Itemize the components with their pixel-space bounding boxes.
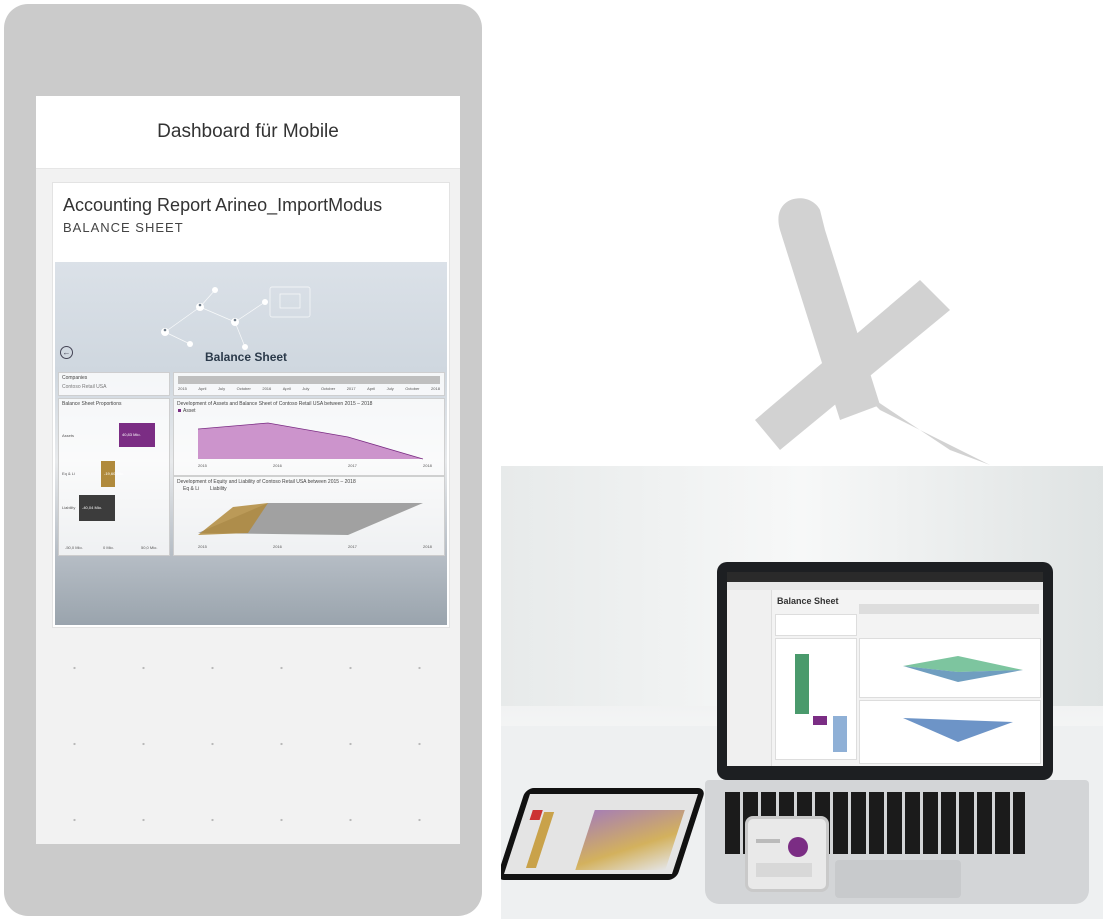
report-preview[interactable]: ← Balance Sheet Companies Contoso Retail… bbox=[55, 262, 447, 625]
report-tile[interactable]: Accounting Report Arineo_ImportModus BAL… bbox=[52, 182, 450, 628]
smartphone bbox=[745, 816, 829, 892]
back-arrow-icon[interactable]: ← bbox=[60, 346, 73, 359]
x-tick: 2018 bbox=[423, 463, 433, 468]
laptop-screen: Balance Sheet bbox=[727, 572, 1043, 766]
mobile-header: Dashboard für Mobile bbox=[36, 96, 460, 169]
equity-liability-area-chart: 2015 2016 2017 2018 bbox=[198, 503, 433, 549]
equity-liability-panel: Development of Equity and Liability of C… bbox=[173, 476, 445, 556]
chart1-legend-swatch bbox=[178, 409, 181, 412]
x-tick: 2015 bbox=[198, 463, 208, 468]
filter-label: Companies bbox=[62, 375, 88, 381]
timeline-tick: July bbox=[386, 386, 394, 391]
timeline-tick: July bbox=[217, 386, 226, 391]
x-tick: 2017 bbox=[348, 463, 358, 468]
timeline-tick: April bbox=[367, 386, 376, 391]
devices-photo: Balance Sheet bbox=[501, 466, 1103, 919]
timeline-ticks: 2015 April July October 2016 April July October… bbox=[178, 386, 440, 393]
x-tick: 2016 bbox=[273, 544, 283, 549]
mobile-screen: Dashboard für Mobile Accounting Report A… bbox=[36, 96, 460, 844]
timeline-tick: April bbox=[198, 386, 207, 391]
laptop-trackpad bbox=[835, 860, 961, 898]
asset-area bbox=[198, 423, 423, 459]
left-bar-label: Liability bbox=[62, 505, 76, 510]
report-title: Balance Sheet bbox=[205, 350, 288, 364]
company-filter[interactable]: Companies Contoso Retail USA bbox=[58, 372, 170, 396]
left-bar-label: Assets bbox=[62, 433, 75, 438]
timeline-tick: 2018 bbox=[431, 386, 440, 391]
x-tick: 2015 bbox=[198, 544, 208, 549]
filter-value: Contoso Retail USA bbox=[62, 384, 107, 390]
chart2-legend-liability: Liability bbox=[210, 486, 227, 492]
timeline-slicer[interactable]: 2015 April July October 2016 April July October… bbox=[173, 372, 445, 396]
timeline-tick: 2016 bbox=[262, 386, 272, 391]
laptop-report-title: Balance Sheet bbox=[777, 596, 839, 606]
timeline-tick: October bbox=[236, 386, 251, 391]
timeline-tick: July bbox=[302, 386, 310, 391]
chart1-title: Development of Assets and Balance Sheet … bbox=[177, 401, 373, 407]
left-bar: 40,83 Mio. bbox=[119, 423, 155, 447]
x-tick: 2018 bbox=[423, 544, 433, 549]
timeline-tick: 2015 bbox=[178, 386, 187, 391]
timeline-tick: April bbox=[282, 386, 291, 391]
left-bar-value: -40,04 Mio. bbox=[82, 505, 103, 510]
asset-area-chart: 2015 2016 2017 2018 bbox=[197, 422, 433, 468]
phone-frame: Dashboard für Mobile Accounting Report A… bbox=[4, 4, 482, 916]
x-tick: 2016 bbox=[273, 463, 283, 468]
chart1-legend: Asset bbox=[183, 408, 196, 414]
timeline-tick: October bbox=[405, 386, 420, 391]
timeline-bar[interactable] bbox=[178, 376, 440, 384]
left-axis-tick: 50,0 Mio. bbox=[141, 545, 158, 550]
tablet-screen bbox=[504, 794, 698, 874]
left-bar-value: -19,60 Mio. bbox=[104, 471, 125, 476]
network-illustration bbox=[161, 286, 311, 350]
left-axis-tick: 0 Mio. bbox=[103, 545, 114, 550]
left-bar-value: 40,83 Mio. bbox=[122, 432, 141, 437]
tablet bbox=[501, 788, 706, 880]
chart2-title: Development of Equity and Liability of C… bbox=[177, 479, 356, 485]
dashboard-title: Dashboard für Mobile bbox=[157, 121, 339, 142]
left-bar: -40,04 Mio. bbox=[79, 495, 115, 521]
left-bar-label: Eq & Li bbox=[62, 471, 75, 476]
left-axis-tick: -50,0 Mio. bbox=[65, 545, 83, 550]
x-tick: 2017 bbox=[348, 544, 358, 549]
timeline-tick: October bbox=[320, 386, 336, 391]
tile-subtitle: BALANCE SHEET bbox=[63, 220, 184, 235]
asset-development-panel: Development of Assets and Balance Sheet … bbox=[173, 398, 445, 476]
chart2-legend-eq: Eq & Li bbox=[183, 486, 200, 492]
left-panel-title: Balance Sheet Proportions bbox=[62, 401, 122, 407]
tile-title: Accounting Report Arineo_ImportModus bbox=[63, 195, 383, 215]
laptop: Balance Sheet bbox=[717, 562, 1053, 780]
left-bar: -19,60 Mio. bbox=[101, 461, 124, 487]
balance-proportions-panel: Balance Sheet Proportions Assets 40,83 Mi… bbox=[58, 398, 170, 556]
timeline-tick: 2017 bbox=[346, 386, 356, 391]
